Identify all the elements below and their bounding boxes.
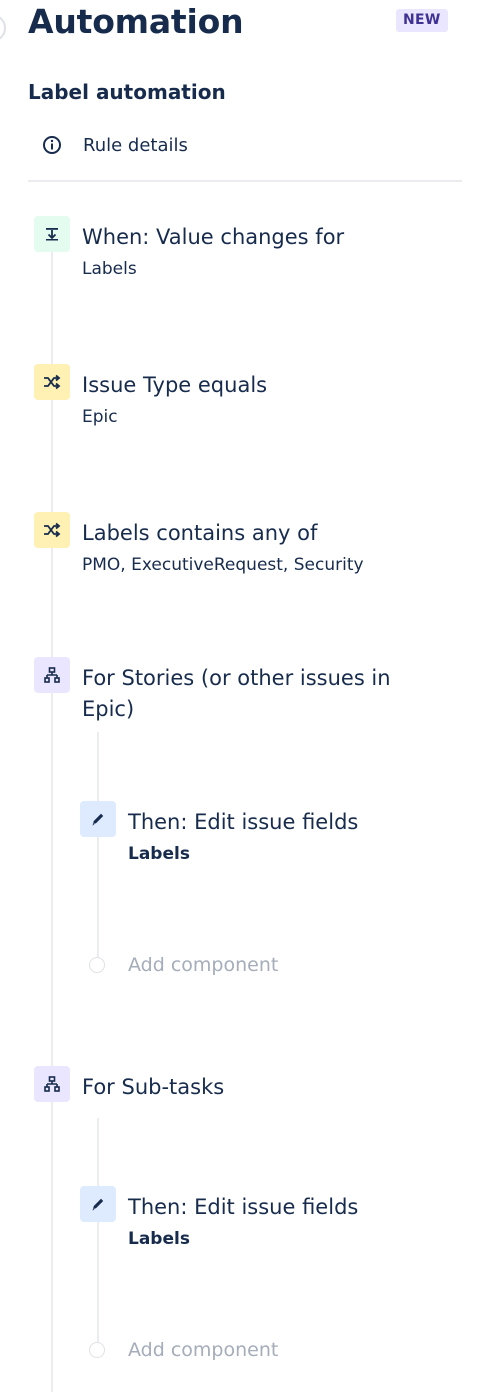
add-component-label: Add component — [128, 954, 279, 976]
step-title: For Sub-tasks — [82, 1075, 225, 1099]
pencil-icon — [80, 801, 116, 837]
divider — [28, 180, 462, 182]
pencil-icon — [80, 1186, 116, 1222]
step-subtitle: Labels — [82, 259, 137, 279]
branch-step[interactable]: For Sub-tasks — [34, 1066, 224, 1103]
branch-step[interactable]: For Stories (or other issues in Epic) — [34, 657, 391, 725]
step-title: When: Value changes for — [82, 225, 345, 249]
step-title-line: For Stories (or other issues in — [82, 666, 391, 690]
rule-details-button[interactable]: Rule details — [28, 130, 188, 160]
action-step[interactable]: Then: Edit issue fields Labels — [80, 801, 358, 867]
step-subtitle: Epic — [82, 407, 118, 427]
rule-details-label: Rule details — [83, 134, 188, 156]
panel-edge-circle — [0, 14, 6, 42]
step-title: Then: Edit issue fields — [128, 1195, 359, 1219]
shuffle-icon — [34, 364, 70, 400]
step-subtitle: PMO, ExecutiveRequest, Security — [82, 555, 364, 575]
condition-step[interactable]: Issue Type equals Epic — [34, 364, 267, 430]
rule-name: Label automation — [28, 80, 226, 104]
step-title-line: Epic) — [82, 697, 135, 721]
condition-step[interactable]: Labels contains any of PMO, ExecutiveReq… — [34, 512, 364, 578]
step-subtitle: Labels — [128, 1229, 190, 1249]
hierarchy-icon — [34, 657, 70, 693]
step-title: Issue Type equals — [82, 373, 268, 397]
add-dot-icon — [89, 957, 105, 973]
new-badge: NEW — [396, 9, 448, 32]
step-subtitle: Labels — [128, 844, 190, 864]
trigger-step[interactable]: When: Value changes for Labels — [34, 216, 344, 282]
step-title: Labels contains any of — [82, 521, 318, 545]
add-component-button[interactable]: Add component — [89, 1339, 278, 1361]
add-component-label: Add component — [128, 1339, 279, 1361]
page-title: Automation — [28, 2, 244, 41]
add-dot-icon — [89, 1342, 105, 1358]
info-icon — [42, 135, 62, 155]
automation-panel: Automation NEW Label automation Rule det… — [0, 0, 480, 1392]
hierarchy-icon — [34, 1066, 70, 1102]
add-component-button[interactable]: Add component — [89, 954, 278, 976]
shuffle-icon — [34, 512, 70, 548]
action-step[interactable]: Then: Edit issue fields Labels — [80, 1186, 358, 1252]
download-arrow-icon — [34, 216, 70, 252]
step-title: Then: Edit issue fields — [128, 810, 359, 834]
